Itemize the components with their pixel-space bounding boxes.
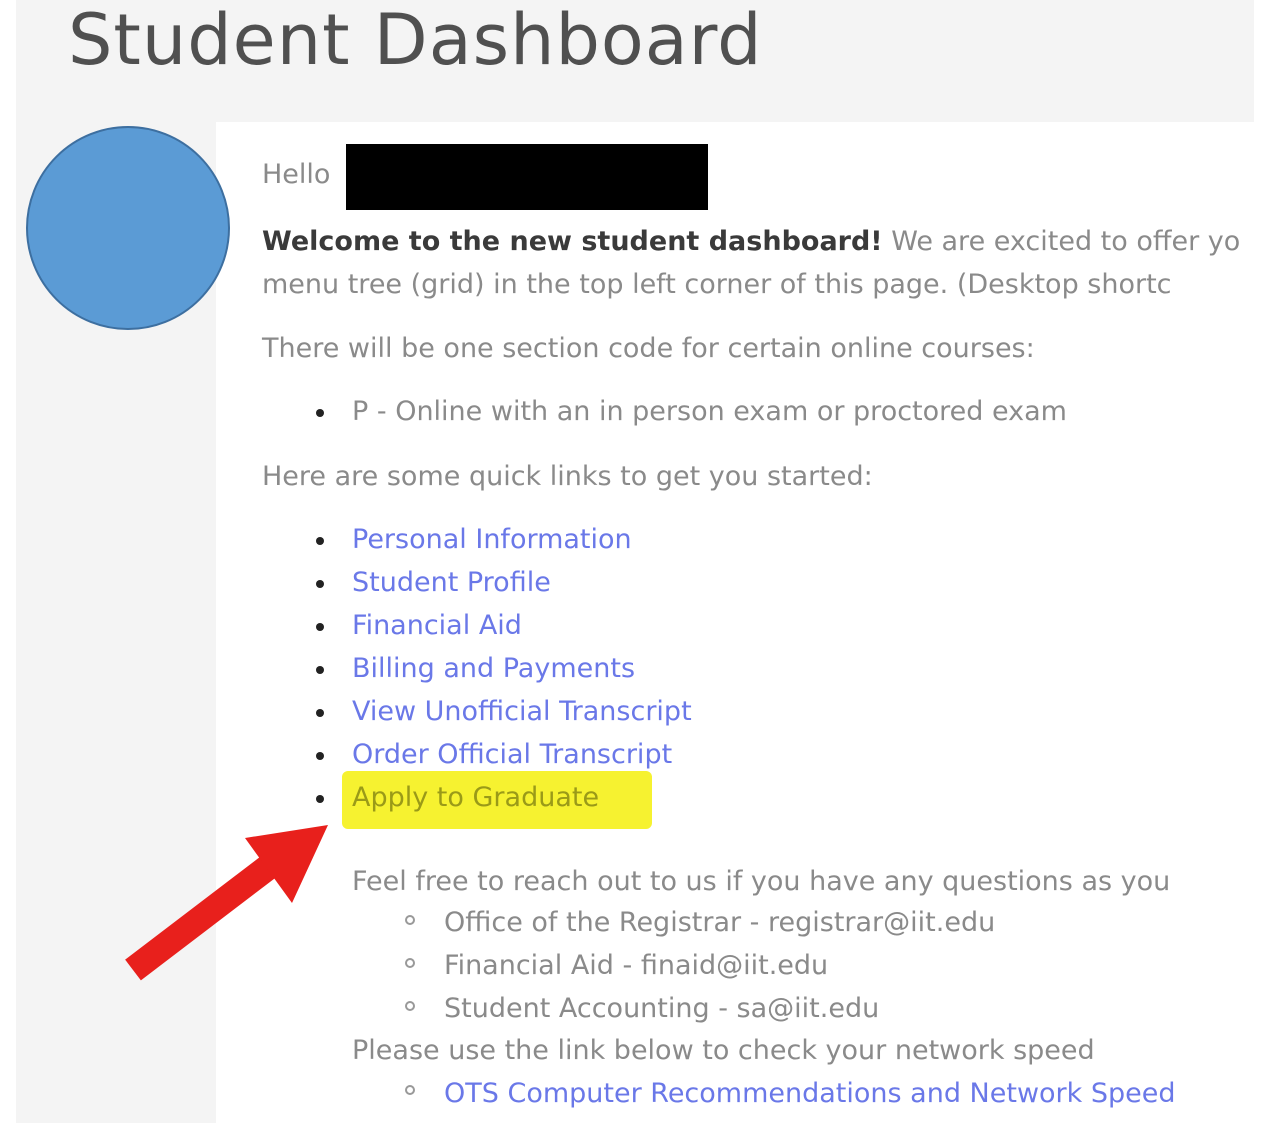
network-intro: Please use the link below to check your …	[352, 1035, 1095, 1066]
link-order-official-transcript[interactable]: Order Official Transcript	[352, 738, 672, 772]
link-student-profile[interactable]: Student Profile	[352, 566, 551, 600]
welcome-heading: Welcome to the new student dashboard!	[262, 226, 883, 257]
quick-links-intro: Here are some quick links to get you sta…	[262, 461, 873, 492]
bullet	[316, 795, 324, 803]
link-personal-information[interactable]: Personal Information	[352, 523, 632, 557]
bullet	[316, 623, 324, 631]
contact-registrar: Office of the Registrar - registrar@iit.…	[444, 907, 996, 938]
student-dashboard-page: Student Dashboard Hello Welcome to the n…	[0, 0, 1276, 1123]
link-billing-and-payments[interactable]: Billing and Payments	[352, 652, 635, 686]
bullet	[316, 409, 324, 417]
link-view-unofficial-transcript[interactable]: View Unofficial Transcript	[352, 695, 692, 729]
sub-bullet	[405, 1085, 415, 1095]
avatar	[26, 126, 230, 330]
page-title: Student Dashboard	[68, 0, 763, 81]
bullet	[316, 580, 324, 588]
link-network-speed[interactable]: OTS Computer Recommendations and Network…	[444, 1077, 1176, 1111]
welcome-message-line-2: menu tree (grid) in the top left corner …	[262, 269, 1172, 300]
contact-student-accounting: Student Accounting - sa@iit.edu	[444, 993, 880, 1024]
bullet	[316, 537, 324, 545]
greeting-label: Hello	[262, 159, 331, 190]
bullet	[316, 752, 324, 760]
bullet	[316, 709, 324, 717]
redacted-name	[346, 144, 708, 210]
bullet	[316, 666, 324, 674]
link-financial-aid[interactable]: Financial Aid	[352, 609, 522, 643]
contact-financial-aid: Financial Aid - finaid@iit.edu	[444, 950, 829, 981]
sub-bullet	[405, 958, 415, 968]
section-code-text: There will be one section code for certa…	[262, 333, 1035, 364]
contact-intro: Feel free to reach out to us if you have…	[352, 866, 1171, 897]
welcome-message: Welcome to the new student dashboard! We…	[262, 225, 1240, 259]
sub-bullet	[405, 1001, 415, 1011]
section-code-item: P - Online with an in person exam or pro…	[352, 396, 1067, 427]
welcome-text: We are excited to offer yo	[882, 226, 1241, 257]
link-apply-to-graduate[interactable]: Apply to Graduate	[352, 781, 599, 815]
sub-bullet	[405, 915, 415, 925]
